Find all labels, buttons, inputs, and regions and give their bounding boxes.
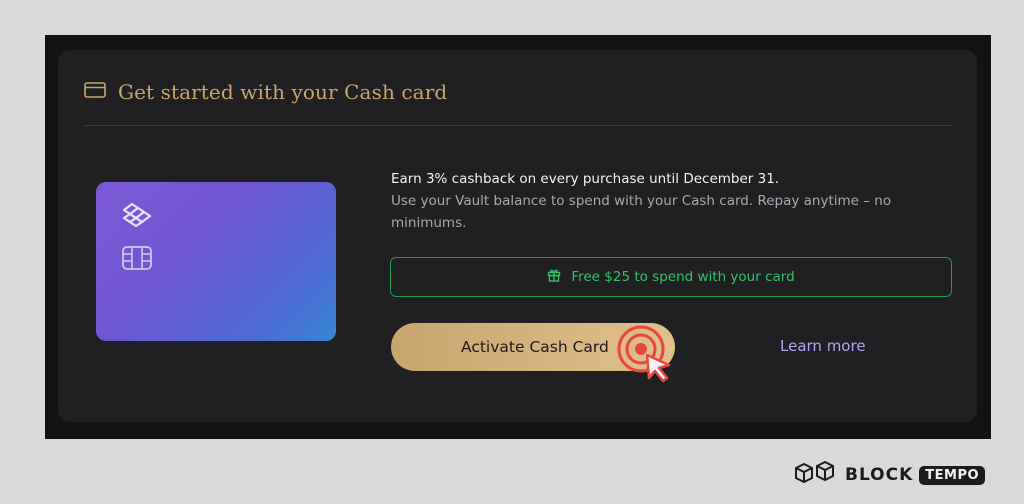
learn-more-link[interactable]: Learn more xyxy=(780,337,866,355)
promo-label: Free $25 to spend with your card xyxy=(571,269,795,285)
card-icon xyxy=(84,82,106,102)
brand-block-text: BLOCK xyxy=(845,465,914,485)
brand-tempo-text: TEMPO xyxy=(919,465,986,485)
offer-headline: Earn 3% cashback on every purchase until… xyxy=(391,171,780,187)
cursor-click-icon xyxy=(611,318,677,392)
header-divider xyxy=(84,125,953,126)
panel-header: Get started with your Cash card xyxy=(84,74,447,110)
gift-icon xyxy=(547,268,561,286)
cash-card-panel: Get started with your Cash card Earn 3% … xyxy=(58,50,977,422)
vault-logo-icon xyxy=(120,200,154,234)
activate-button-label: Activate Cash Card xyxy=(461,338,609,356)
chip-icon xyxy=(122,246,152,274)
blocktempo-watermark: BLOCK TEMPO xyxy=(793,459,986,491)
panel-title: Get started with your Cash card xyxy=(118,80,448,104)
offer-description: Use your Vault balance to spend with you… xyxy=(391,193,892,231)
blocktempo-cube-icon xyxy=(793,459,839,491)
promo-banner: Free $25 to spend with your card xyxy=(390,257,952,297)
cash-card-image xyxy=(96,182,336,341)
offer-text: Earn 3% cashback on every purchase until… xyxy=(391,168,911,234)
